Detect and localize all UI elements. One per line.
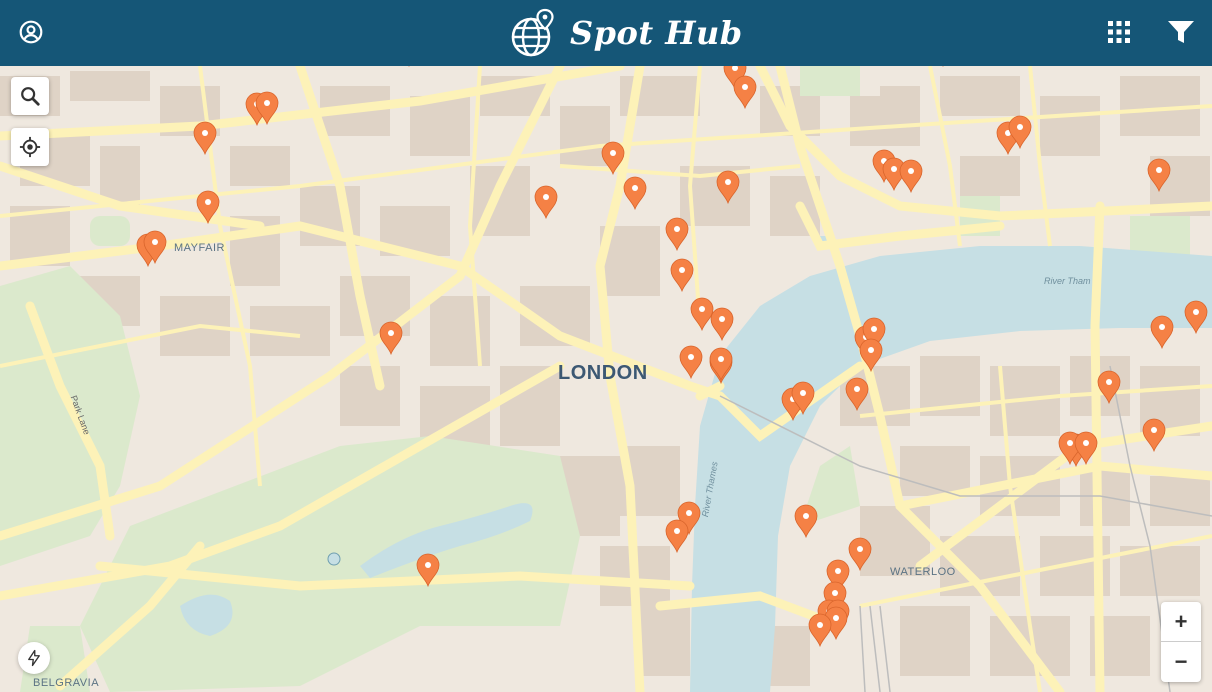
crosshair-icon <box>19 136 41 158</box>
map-marker[interactable] <box>601 141 625 176</box>
map-marker[interactable] <box>623 176 647 211</box>
map-marker[interactable] <box>1150 315 1174 350</box>
locate-button[interactable] <box>11 128 49 166</box>
map-marker[interactable] <box>848 537 872 572</box>
grid-menu-icon <box>1108 21 1130 43</box>
map-marker[interactable] <box>665 217 689 252</box>
map-marker[interactable] <box>710 307 734 342</box>
map-marker[interactable] <box>193 121 217 156</box>
grid-menu-button[interactable] <box>1104 17 1134 47</box>
map-marker[interactable] <box>196 190 220 225</box>
map-marker[interactable] <box>679 345 703 380</box>
map-marker[interactable] <box>1147 158 1171 193</box>
map-marker[interactable] <box>845 377 869 412</box>
map-marker[interactable] <box>665 519 689 554</box>
map-marker[interactable] <box>379 321 403 356</box>
search-icon <box>21 87 40 106</box>
lightning-button[interactable] <box>18 642 50 674</box>
profile-button[interactable] <box>16 17 46 47</box>
map-marker[interactable] <box>534 185 558 220</box>
user-circle-icon <box>19 20 43 44</box>
app-header: Spot Hub <box>0 0 1212 66</box>
zoom-out-button[interactable]: − <box>1161 642 1201 682</box>
app-title: Spot Hub <box>570 14 743 52</box>
map-marker[interactable] <box>690 297 714 332</box>
map-marker[interactable] <box>733 75 757 110</box>
app-logo[interactable]: Spot Hub <box>510 6 743 60</box>
map-marker[interactable] <box>808 613 832 648</box>
map-marker[interactable] <box>709 347 733 382</box>
marker-layer <box>136 66 1208 648</box>
map-marker[interactable] <box>794 504 818 539</box>
lightning-icon <box>28 649 40 667</box>
map-marker[interactable] <box>899 159 923 194</box>
map-marker[interactable] <box>416 553 440 588</box>
filter-icon <box>1168 21 1194 43</box>
zoom-control: + − <box>1161 602 1201 682</box>
filter-button[interactable] <box>1166 17 1196 47</box>
map-marker[interactable] <box>1097 370 1121 405</box>
map-marker[interactable] <box>670 258 694 293</box>
search-button[interactable] <box>11 77 49 115</box>
zoom-in-button[interactable]: + <box>1161 602 1201 642</box>
globe-pin-icon <box>511 8 554 57</box>
map-view[interactable]: LONDON MAYFAIR WATERLOO BELGRAVIA River … <box>0 66 1212 692</box>
map-marker[interactable] <box>1184 300 1208 335</box>
map-marker[interactable] <box>716 170 740 205</box>
map-marker[interactable] <box>1142 418 1166 453</box>
map-marker[interactable] <box>859 338 883 373</box>
